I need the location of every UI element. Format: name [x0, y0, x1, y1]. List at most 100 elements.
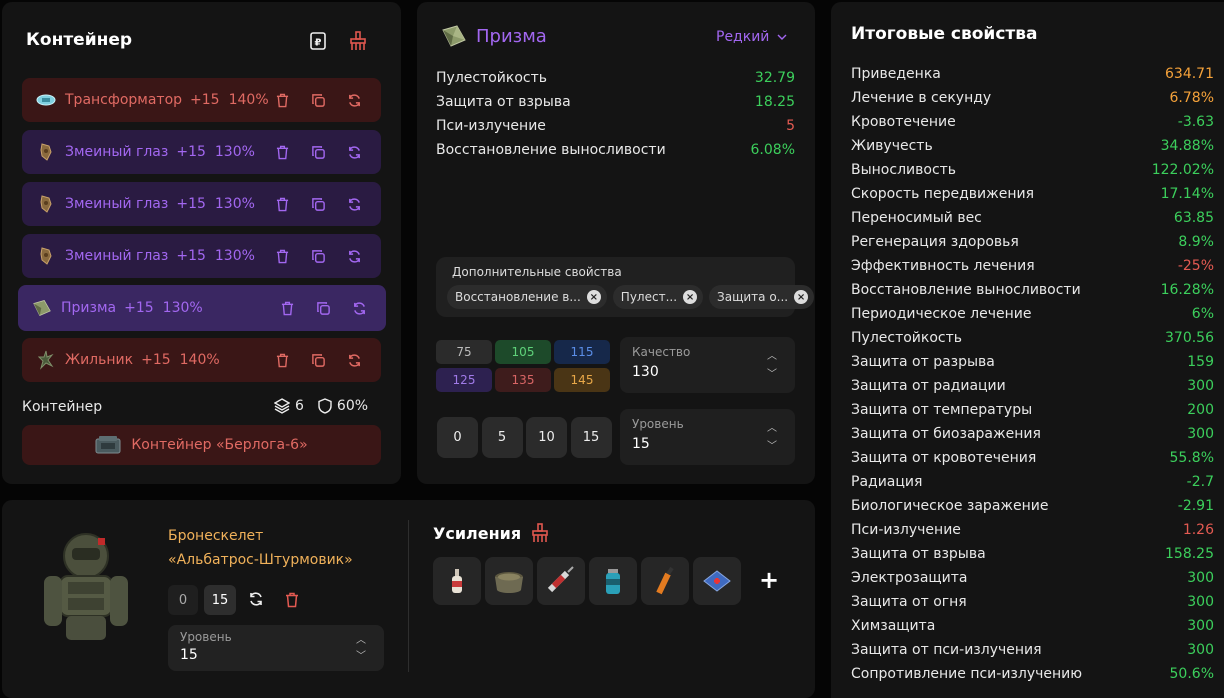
stat-value: 17.14% [1160, 186, 1214, 202]
total-stat-row: Защита от температуры 200 [851, 402, 1214, 418]
close-icon[interactable]: × [683, 290, 698, 304]
total-stat-row: Скорость передвижения 17.14% [851, 186, 1214, 202]
vial-icon[interactable] [641, 557, 689, 605]
syringe-icon[interactable] [537, 557, 585, 605]
refresh-icon[interactable] [345, 351, 363, 369]
item-percent: 130% [214, 196, 255, 212]
chevron-down-icon[interactable]: ﹀ [767, 365, 777, 380]
quality-preset-button[interactable]: 105 [495, 340, 551, 364]
chevron-down-icon[interactable]: ﹀ [356, 647, 366, 662]
container-item-row[interactable]: Трансформатор +15 140% [22, 78, 381, 122]
refresh-icon[interactable] [345, 195, 363, 213]
total-stat-row: Химзащита 300 [851, 618, 1214, 634]
property-chip[interactable]: Пулест... × [612, 285, 704, 309]
copy-icon[interactable] [309, 143, 327, 161]
container-item-row[interactable]: Призма +15 130% [18, 285, 386, 331]
level-preset-button[interactable]: 0 [437, 417, 478, 458]
layers-icon [274, 398, 290, 414]
refresh-icon[interactable] [345, 91, 363, 109]
total-stat-row: Защита от огня 300 [851, 594, 1214, 610]
stat-label: Кровотечение [851, 114, 956, 130]
total-stat-row: Регенерация здоровья 8.9% [851, 234, 1214, 250]
container-item-row[interactable]: Змеиный глаз +15 130% [22, 130, 381, 174]
add-boost-button[interactable]: + [759, 565, 779, 595]
broom-clear-icon[interactable] [348, 31, 368, 51]
transformer-artifact-icon [35, 89, 57, 111]
broom-clear-icon[interactable] [530, 523, 550, 547]
armor-level-select[interactable]: Уровень 15 ︿ ﹀ [168, 625, 384, 671]
armor-level-0-button[interactable]: 0 [168, 585, 198, 615]
quality-select[interactable]: Качество 130 ︿ ﹀ [620, 337, 795, 393]
total-stat-row: Живучесть 34.88% [851, 138, 1214, 154]
trash-icon[interactable] [273, 143, 291, 161]
refresh-icon[interactable] [248, 591, 264, 611]
stat-value: 6.08% [750, 142, 795, 158]
quality-preset-button[interactable]: 135 [495, 368, 551, 392]
copy-icon[interactable] [309, 195, 327, 213]
copy-icon[interactable] [309, 351, 327, 369]
item-stat-row: Пси-излучение 5 [436, 118, 795, 134]
trash-icon[interactable] [273, 91, 291, 109]
price-tag-icon[interactable]: ₽ [308, 31, 328, 51]
copy-icon[interactable] [309, 91, 327, 109]
level-select[interactable]: Уровень 15 ︿ ﹀ [620, 409, 795, 465]
stat-label: Скорость передвижения [851, 186, 1034, 202]
quality-preset-button[interactable]: 145 [554, 368, 610, 392]
container-item-row[interactable]: Змеиный глаз +15 130% [22, 182, 381, 226]
close-icon[interactable]: × [794, 290, 809, 304]
trash-icon[interactable] [273, 351, 291, 369]
property-chip[interactable]: Защита о... × [709, 285, 815, 309]
stat-value: 6.78% [1169, 90, 1214, 106]
quality-preset-button[interactable]: 125 [436, 368, 492, 392]
chevron-up-icon[interactable]: ︿ [767, 347, 777, 362]
stat-value: -2.91 [1177, 498, 1214, 514]
level-preset-button[interactable]: 10 [526, 417, 567, 458]
stat-label: Биологическое заражение [851, 498, 1049, 514]
item-stat-row: Пулестойкость 32.79 [436, 70, 795, 86]
quality-preset-button[interactable]: 75 [436, 340, 492, 364]
trash-icon[interactable] [285, 592, 299, 612]
prism-artifact-icon [441, 24, 467, 52]
chevron-up-icon[interactable]: ︿ [356, 631, 366, 646]
stat-value: 300 [1187, 570, 1214, 586]
refresh-icon[interactable] [345, 247, 363, 265]
close-icon[interactable]: × [586, 290, 601, 304]
total-stat-row: Пулестойкость 370.56 [851, 330, 1214, 346]
level-preset-button[interactable]: 15 [570, 417, 612, 458]
shield-icon [318, 398, 332, 414]
total-stat-row: Выносливость 122.02% [851, 162, 1214, 178]
item-upgrade: +15 [176, 196, 206, 212]
copy-icon[interactable] [309, 247, 327, 265]
total-stats-title: Итоговые свойства [851, 24, 1038, 44]
pot-icon[interactable] [485, 557, 533, 605]
canister-icon[interactable] [589, 557, 637, 605]
stat-value: 50.6% [1169, 666, 1214, 682]
medkit-icon[interactable] [693, 557, 741, 605]
chevron-up-icon[interactable]: ︿ [767, 419, 777, 434]
copy-icon[interactable] [314, 299, 332, 317]
container-item-row[interactable]: Жильник +15 140% [22, 338, 381, 382]
bottle-icon[interactable] [433, 557, 481, 605]
stat-label: Пси-излучение [851, 522, 961, 538]
total-stat-row: Радиация -2.7 [851, 474, 1214, 490]
level-preset-button[interactable]: 5 [481, 417, 523, 458]
item-percent: 130% [162, 300, 203, 316]
armor-level-15-button[interactable]: 15 [204, 585, 236, 615]
quality-preset-button[interactable]: 115 [554, 340, 610, 364]
rarity-dropdown[interactable]: Редкий [716, 29, 787, 45]
armor-level-label: Уровень [180, 630, 232, 644]
refresh-icon[interactable] [350, 299, 368, 317]
armor-name-line1: Бронескелет [168, 528, 264, 544]
item-upgrade: +15 [190, 92, 220, 108]
container-item-row[interactable]: Змеиный глаз +15 130% [22, 234, 381, 278]
chevron-down-icon[interactable]: ﹀ [767, 437, 777, 452]
trash-icon[interactable] [273, 195, 291, 213]
stat-label: Радиация [851, 474, 923, 490]
stat-value: 300 [1187, 642, 1214, 658]
container-select-button[interactable]: Контейнер «Берлога-6» [22, 425, 381, 465]
refresh-icon[interactable] [345, 143, 363, 161]
total-stat-row: Электрозащита 300 [851, 570, 1214, 586]
trash-icon[interactable] [273, 247, 291, 265]
property-chip[interactable]: Восстановление в... × [447, 285, 607, 309]
trash-icon[interactable] [278, 299, 296, 317]
